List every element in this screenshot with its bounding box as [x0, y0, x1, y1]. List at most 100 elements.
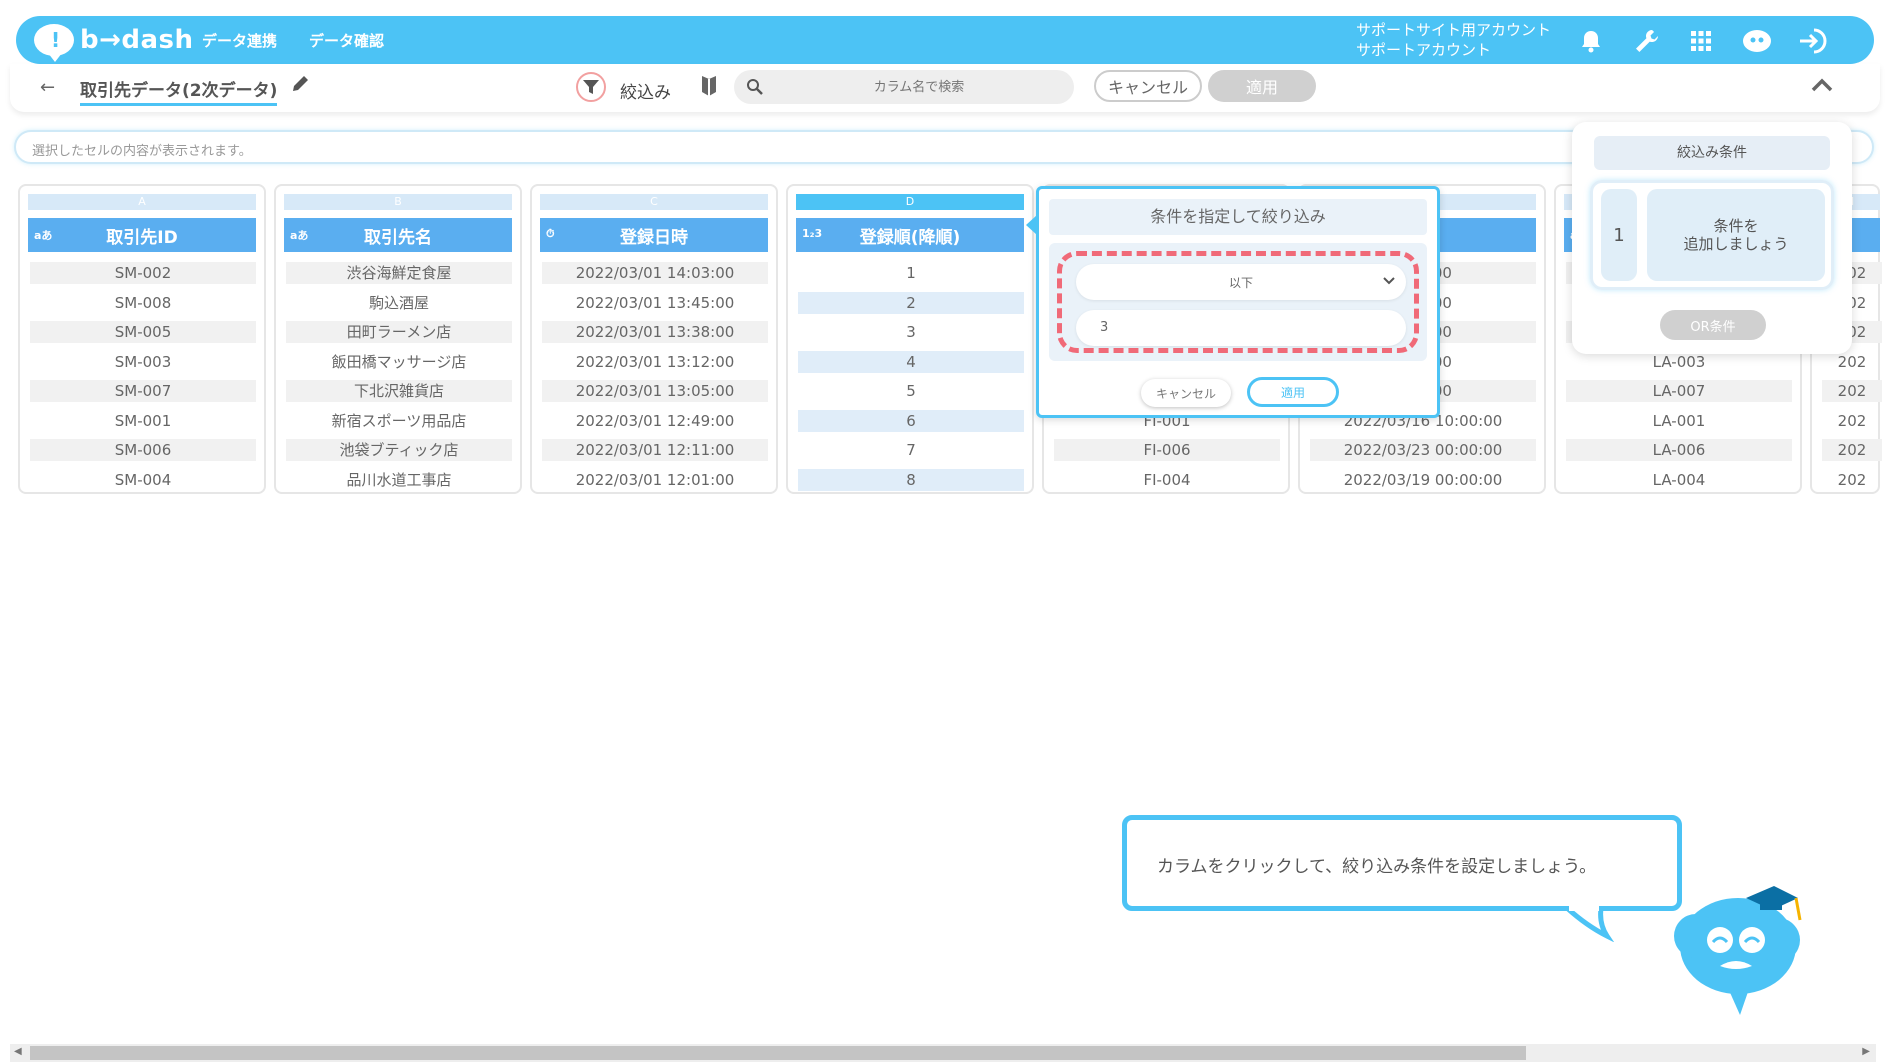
table-cell[interactable]: 6 — [798, 409, 1024, 432]
table-cell[interactable]: SM-002 — [30, 262, 256, 284]
table-cell[interactable]: 2022/03/01 13:12:00 — [542, 351, 768, 373]
data-column[interactable]: Aaあ 取引先ID SM-002 SM-008 SM-005 SM-003 SM-007 SM… — [18, 184, 266, 494]
table-cell[interactable]: 202 — [1822, 469, 1882, 491]
table-cell[interactable]: 202 — [1822, 380, 1882, 402]
nav-data-integration[interactable]: データ連携 — [202, 30, 277, 51]
table-cell[interactable]: 2022/03/01 12:01:00 — [542, 469, 768, 491]
column-header[interactable]: 1₂3 登録順(降順) — [796, 218, 1024, 252]
table-cell[interactable]: SM-005 — [30, 321, 256, 343]
table-cell[interactable]: 5 — [798, 380, 1024, 402]
dataset-title[interactable]: 取引先データ(2次データ) — [80, 76, 278, 106]
cell-content-placeholder: 選択したセルの内容が表示されます。 — [32, 144, 252, 159]
mascot-head-icon[interactable] — [1742, 26, 1772, 56]
hint-bubble: カラムをクリックして、絞り込み条件を設定しましょう。 — [1122, 815, 1682, 911]
column-type-icon: ⏱ — [546, 227, 555, 240]
bookmark-icon[interactable] — [698, 74, 720, 102]
column-letter: A — [28, 194, 256, 210]
account-info[interactable]: サポートサイト用アカウント サポートアカウント — [1356, 20, 1551, 60]
condition-value-input[interactable]: 3 — [1076, 310, 1406, 346]
wrench-icon[interactable] — [1632, 26, 1662, 56]
table-cell[interactable]: 3 — [798, 321, 1024, 343]
column-type-icon: aあ — [290, 229, 309, 242]
table-cell[interactable]: 2022/03/01 12:49:00 — [542, 410, 768, 432]
column-header-label: 取引先名 — [364, 227, 432, 248]
nav-data-check[interactable]: データ確認 — [309, 30, 384, 51]
table-cell[interactable]: 品川水道工事店 — [286, 469, 512, 491]
table-cell[interactable]: 1 — [798, 262, 1024, 284]
table-cell[interactable]: FI-004 — [1054, 469, 1280, 491]
table-cell[interactable]: 2 — [798, 291, 1024, 314]
condition-cancel-button[interactable]: キャンセル — [1141, 379, 1231, 407]
apps-grid-icon[interactable] — [1686, 26, 1716, 56]
table-cell[interactable]: 渋谷海鮮定食屋 — [286, 262, 512, 284]
horizontal-scrollbar[interactable]: ◀ ▶ — [10, 1044, 1876, 1062]
bell-icon[interactable] — [1576, 26, 1606, 56]
table-cell[interactable]: LA-007 — [1566, 380, 1792, 402]
column-header[interactable]: aあ 取引先名 — [284, 218, 512, 252]
table-cell[interactable]: 2022/03/01 14:03:00 — [542, 262, 768, 284]
table-cell[interactable]: SM-004 — [30, 469, 256, 491]
table-cell[interactable]: 池袋ブティック店 — [286, 439, 512, 461]
condition-input-frame: 以下 3 — [1049, 243, 1427, 361]
toolbar-cancel-button[interactable]: キャンセル — [1094, 70, 1202, 102]
logout-icon[interactable] — [1798, 26, 1828, 56]
data-column[interactable]: Baあ 取引先名渋谷海鮮定食屋 駒込酒屋田町ラーメン店 飯田橋マッサージ店 下北沢雑貨店… — [274, 184, 522, 494]
column-letter: C — [540, 194, 768, 210]
back-arrow-icon[interactable]: ← — [40, 77, 55, 98]
table-cell[interactable]: 202 — [1822, 439, 1882, 461]
condition-popup-title: 条件を指定して絞り込み — [1049, 199, 1427, 235]
logo-bubble-icon: ! — [34, 24, 74, 62]
logo[interactable]: ! b→dash — [34, 22, 194, 62]
table-cell[interactable]: SM-003 — [30, 351, 256, 373]
table-cell[interactable]: SM-006 — [30, 439, 256, 461]
table-cell[interactable]: LA-006 — [1566, 439, 1792, 461]
condition-apply-button[interactable]: 適用 — [1247, 377, 1339, 407]
toolbar-apply-button[interactable]: 適用 — [1208, 70, 1316, 102]
table-cell[interactable]: 田町ラーメン店 — [286, 321, 512, 343]
column-search-input[interactable] — [774, 70, 1064, 104]
scrollbar-thumb[interactable] — [30, 1046, 1526, 1060]
add-condition-slot[interactable]: 条件を 追加しましょう — [1647, 189, 1825, 281]
hint-bubble-tail — [1565, 906, 1615, 942]
operator-select[interactable]: 以下 — [1076, 264, 1406, 300]
table-cell[interactable]: 新宿スポーツ用品店 — [286, 410, 512, 432]
data-column[interactable]: C ⏱ 登録日時 2022/03/01 14:03:00 2022/03/01 13:4… — [530, 184, 778, 494]
highlight-dashed-frame: 以下 3 — [1057, 251, 1419, 353]
chevron-up-icon[interactable] — [1810, 76, 1834, 98]
filter-label[interactable]: 絞込み — [620, 78, 671, 103]
chevron-down-icon — [1382, 275, 1396, 289]
data-column[interactable]: D 1₂3 登録順(降順) 1 2 3 4 5 6 7 8 — [786, 184, 1034, 494]
table-cell[interactable]: 下北沢雑貨店 — [286, 380, 512, 402]
table-cell[interactable]: 2022/03/01 13:45:00 — [542, 292, 768, 314]
scroll-left-arrow-icon[interactable]: ◀ — [14, 1046, 22, 1057]
scroll-right-arrow-icon[interactable]: ▶ — [1862, 1046, 1870, 1057]
operator-value: 以下 — [1228, 275, 1253, 290]
mascot-icon — [1674, 886, 1802, 1015]
pencil-icon[interactable] — [290, 74, 310, 98]
table-cell[interactable]: 2022/03/23 00:00:00 — [1310, 439, 1536, 461]
filter-icon[interactable] — [576, 72, 606, 102]
table-cell[interactable]: 飯田橋マッサージ店 — [286, 351, 512, 373]
filter-conditions-panel: 絞込み条件 1 条件を 追加しましょう OR条件 — [1572, 122, 1852, 354]
table-cell[interactable]: 202 — [1822, 410, 1882, 432]
table-cell[interactable]: SM-007 — [30, 380, 256, 402]
table-cell[interactable]: LA-004 — [1566, 469, 1792, 491]
or-condition-button[interactable]: OR条件 — [1660, 310, 1766, 340]
column-header[interactable]: ⏱ 登録日時 — [540, 218, 768, 252]
table-cell[interactable]: 2022/03/19 00:00:00 — [1310, 469, 1536, 491]
table-cell[interactable]: 2022/03/01 12:11:00 — [542, 439, 768, 461]
table-cell[interactable]: 2022/03/01 13:05:00 — [542, 380, 768, 402]
table-cell[interactable]: FI-006 — [1054, 439, 1280, 461]
column-letter: B — [284, 194, 512, 210]
table-cell[interactable]: 2022/03/01 13:38:00 — [542, 321, 768, 343]
table-cell[interactable]: 7 — [798, 439, 1024, 461]
table-cell[interactable]: 駒込酒屋 — [286, 292, 512, 314]
column-search-box[interactable] — [734, 70, 1074, 104]
table-cell[interactable]: SM-001 — [30, 410, 256, 432]
column-header[interactable]: aあ 取引先ID — [28, 218, 256, 252]
table-cell[interactable]: LA-001 — [1566, 410, 1792, 432]
table-cell[interactable]: 8 — [798, 468, 1024, 491]
table-cell[interactable]: 4 — [798, 350, 1024, 373]
table-cell[interactable]: SM-008 — [30, 292, 256, 314]
column-header-label: 取引先ID — [106, 227, 178, 248]
